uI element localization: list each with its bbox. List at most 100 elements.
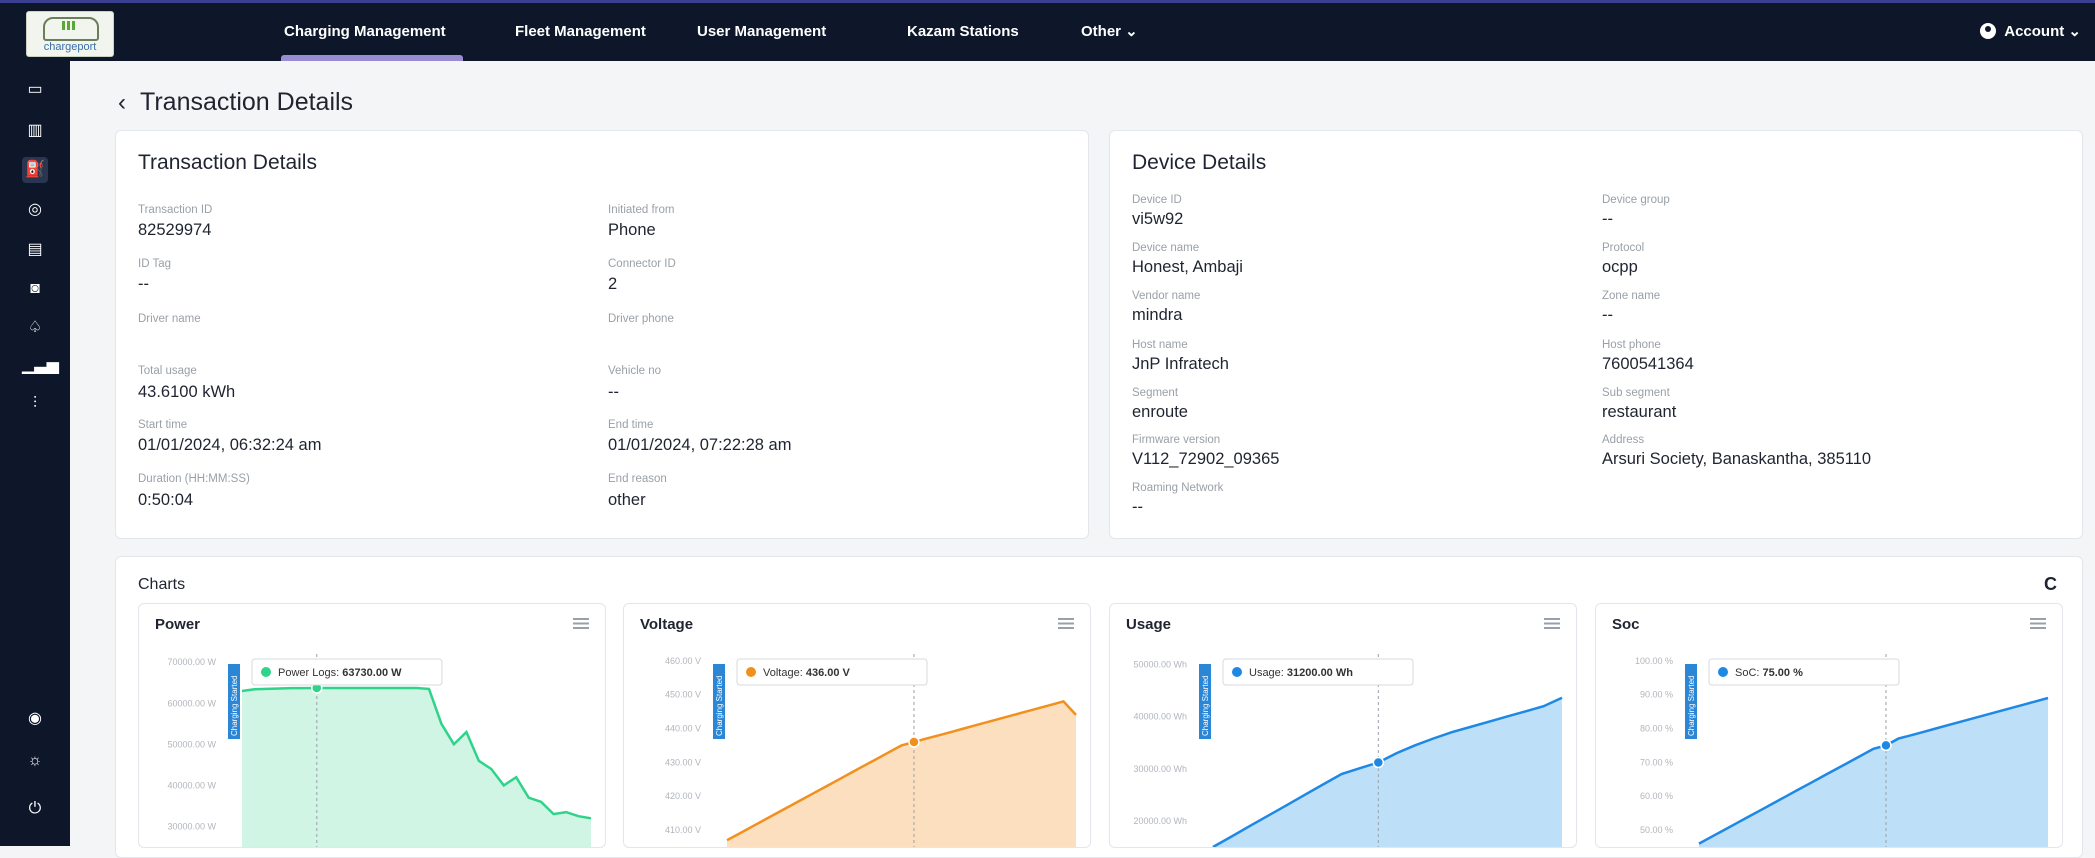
target-icon[interactable]: ◎ <box>22 197 48 223</box>
y-tick-label: 30000.00 Wh <box>1133 764 1187 774</box>
chargeport-logo[interactable]: chargeport <box>26 11 114 57</box>
device-card-title: Device Details <box>1132 151 1267 174</box>
tooltip-series-dot <box>261 667 271 677</box>
address-label: Address <box>1602 434 1645 446</box>
y-tick-label: 90.00 % <box>1640 690 1673 700</box>
series-area <box>727 701 1076 847</box>
tooltip-label: Voltage: 436.00 V <box>763 667 851 679</box>
host-name-value: JnP Infratech <box>1132 355 1229 373</box>
protocol-value: ocpp <box>1602 258 1638 276</box>
segment-label: Segment <box>1132 387 1179 399</box>
nav-fleet-management[interactable]: Fleet Management <box>515 3 646 61</box>
vehicle-no-value: -- <box>608 383 619 401</box>
id-tag-value: -- <box>138 275 149 293</box>
bell-icon[interactable]: ♤ <box>22 315 48 341</box>
firmware-version-value: V112_72902_09365 <box>1132 450 1280 468</box>
sun-icon[interactable]: ☼ <box>22 748 48 774</box>
page-title-text: Transaction Details <box>140 88 354 116</box>
y-tick-label: 70000.00 W <box>167 657 216 667</box>
y-tick-label: 450.00 V <box>665 690 701 700</box>
address-value: Arsuri Society, Banaskantha, 385110 <box>1602 450 1872 468</box>
y-tick-label: 420.00 V <box>665 791 701 801</box>
device-id-value: vi5w92 <box>1132 210 1184 228</box>
map-icon[interactable]: ▥ <box>22 118 48 144</box>
tooltip-series-dot <box>1232 667 1242 677</box>
page-title: ‹ Transaction Details <box>118 88 353 117</box>
back-chevron-icon[interactable]: ‹ <box>118 89 126 116</box>
logo-text: chargeport <box>43 41 97 53</box>
y-tick-label: 50000.00 W <box>167 739 216 749</box>
power-icon[interactable]: ⏻ <box>22 796 48 822</box>
y-tick-label: 100.00 % <box>1635 656 1673 666</box>
firmware-version-label: Firmware version <box>1132 434 1221 446</box>
duration-label: Duration (HH:MM:SS) <box>138 473 250 485</box>
tooltip-value: 31200.00 Wh <box>1287 667 1353 679</box>
y-tick-label: 70.00 % <box>1640 757 1673 767</box>
connector-id-label: Connector ID <box>608 258 676 270</box>
camera-icon[interactable]: ◙ <box>22 276 48 302</box>
nav-charging-management[interactable]: Charging Management <box>284 3 446 61</box>
y-tick-label: 50000.00 Wh <box>1133 659 1187 669</box>
power-chart-svg: 70000.00 W 60000.00 W 50000.00 W 40000.00 W… <box>167 654 592 847</box>
y-tick-label: 460.00 V <box>665 656 701 666</box>
nav-kazam-stations[interactable]: Kazam Stations <box>907 3 1019 61</box>
transaction-id-value: 82529974 <box>138 221 212 239</box>
driver-phone-label: Driver phone <box>608 313 674 325</box>
charging-started-annotation: Charging Started <box>1687 676 1696 736</box>
soc-chart-svg: 100.00 % 90.00 % 80.00 % 70.00 % 60.00 % 50.0… <box>1635 654 2049 847</box>
signal-icon[interactable]: ▁▃▅ <box>22 353 59 379</box>
sliders-icon[interactable]: ⫶ <box>22 391 48 417</box>
device-group-value: -- <box>1602 210 1613 228</box>
sub-segment-value: restaurant <box>1602 403 1677 421</box>
account-label: Account ⌄ <box>2004 23 2081 40</box>
battery-bars-icon <box>62 21 76 30</box>
end-reason-value: other <box>608 491 646 509</box>
user-circle-icon <box>1980 23 1997 39</box>
refresh-icon[interactable]: C <box>2044 574 2057 595</box>
y-tick-label: 60000.00 W <box>167 698 216 708</box>
account-menu[interactable]: Account ⌄ <box>1980 3 2081 61</box>
soc-chart-card: Soc 100.00 % 90.00 % 80.00 % 70.00 % 60.00 %… <box>1595 603 2063 848</box>
usage-chart-card: Usage 50000.00 Wh 40000.00 Wh 30000.00 Wh 2… <box>1109 603 1577 848</box>
charts-title: Charts <box>138 576 186 593</box>
charging-started-annotation: Charging Started <box>715 676 724 736</box>
nav-other-dropdown[interactable]: Other ⌄ <box>1081 3 1138 61</box>
y-tick-label: 60.00 % <box>1640 791 1673 801</box>
nav-active-indicator <box>281 55 463 61</box>
voltage-chart-card: Voltage 460.00 V 450.00 V 440.00 V 430.00 V… <box>623 603 1091 848</box>
sub-segment-label: Sub segment <box>1602 387 1670 399</box>
segment-value: enroute <box>1132 403 1188 421</box>
sidebar: ▭ ▥ ⛽ ◎ ▤ ◙ ♤ ▁▃▅ ⫶ ◉ ☼ ⏻ <box>0 61 70 846</box>
host-name-label: Host name <box>1132 339 1188 351</box>
nav-user-management[interactable]: User Management <box>697 3 826 61</box>
vehicle-no-label: Vehicle no <box>608 365 662 377</box>
end-reason-label: End reason <box>608 473 667 485</box>
tooltip-label: Usage: 31200.00 Wh <box>1249 667 1353 679</box>
device-details-card: Device Details Device ID vi5w92 Device g… <box>1109 130 2083 539</box>
protocol-label: Protocol <box>1602 242 1645 254</box>
monitor-icon[interactable]: ▭ <box>22 77 48 103</box>
y-tick-label: 410.00 V <box>665 825 701 835</box>
series-area <box>1699 698 2048 847</box>
driver-name-label: Driver name <box>138 313 201 325</box>
y-tick-label: 80.00 % <box>1640 723 1673 733</box>
initiated-from-label: Initiated from <box>608 204 675 216</box>
series-area <box>1213 697 1562 847</box>
y-tick-label: 50.00 % <box>1640 825 1673 835</box>
charging-started-annotation: Charging Started <box>230 676 239 736</box>
transaction-details-card: Transaction Details Transaction ID 82529… <box>115 130 1089 539</box>
start-time-label: Start time <box>138 419 188 431</box>
host-phone-label: Host phone <box>1602 339 1661 351</box>
series-area <box>242 688 591 847</box>
eye-icon[interactable]: ◉ <box>22 706 48 732</box>
y-tick-label: 20000.00 Wh <box>1133 816 1187 826</box>
roaming-network-label: Roaming Network <box>1132 482 1224 494</box>
initiated-from-value: Phone <box>608 221 656 239</box>
hover-marker <box>1880 739 1892 752</box>
charger-icon[interactable]: ⛽ <box>22 157 48 183</box>
hover-marker <box>1372 756 1385 769</box>
tooltip-series-dot <box>746 667 756 677</box>
start-time-value: 01/01/2024, 06:32:24 am <box>138 436 322 454</box>
voltage-chart-svg: 460.00 V 450.00 V 440.00 V 430.00 V 420.00 V… <box>665 654 1077 847</box>
list-icon[interactable]: ▤ <box>22 237 48 263</box>
